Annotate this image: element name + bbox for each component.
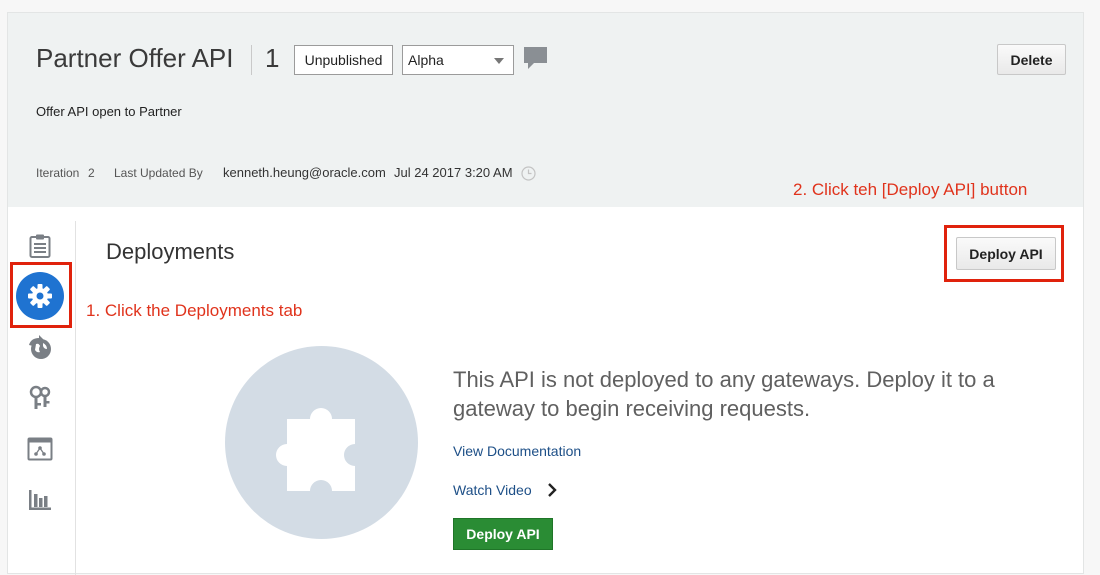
sidebar-item-analytics[interactable] [27, 487, 53, 513]
highlight-box-deployments-tab [10, 262, 72, 328]
comment-icon[interactable] [523, 46, 548, 76]
stage-select[interactable]: Alpha [402, 45, 514, 75]
sidebar-item-grants[interactable] [27, 385, 53, 411]
api-description: Offer API open to Partner [36, 104, 182, 119]
empty-state-illustration [225, 346, 418, 539]
section-title-deployments: Deployments [106, 239, 235, 264]
title-divider [251, 45, 252, 75]
annotation-step-1: 1. Click the Deployments tab [86, 301, 303, 320]
last-updated-label: Last Updated By [114, 166, 203, 180]
last-updated-time: Jul 24 2017 3:20 AM [394, 165, 513, 180]
iteration-label: Iteration [36, 166, 80, 180]
puzzle-piece-icon [276, 408, 355, 491]
last-updated-user: kenneth.heung@oracle.com [223, 165, 386, 180]
bar-chart-icon [29, 490, 51, 510]
clock-icon [521, 166, 536, 186]
globe-arrow-icon [29, 335, 51, 359]
api-version: 1 [265, 43, 280, 73]
highlight-box-deploy-button [944, 225, 1064, 282]
iteration-value: 2 [88, 166, 95, 180]
annotation-step-2: 2. Click teh [Deploy API] button [793, 180, 1028, 199]
clipboard-icon [29, 234, 51, 258]
sidebar-item-api-implementation[interactable] [27, 436, 53, 462]
stage-select-value: Alpha [408, 52, 444, 68]
publish-status-button[interactable]: Unpublished [294, 45, 393, 75]
sidebar-item-overview[interactable] [27, 233, 53, 259]
api-title: Partner Offer API [36, 43, 234, 73]
delete-button[interactable]: Delete [997, 44, 1066, 75]
sidebar-item-publish[interactable] [27, 335, 53, 361]
deploy-api-primary-button[interactable]: Deploy API [453, 518, 553, 550]
window-network-icon [27, 437, 53, 461]
chevron-down-icon [494, 58, 504, 64]
keys-icon [29, 385, 51, 409]
view-documentation-link[interactable]: View Documentation [453, 443, 581, 459]
empty-state-message: This API is not deployed to any gateways… [453, 367, 995, 421]
watch-video-link[interactable]: Watch Video [453, 482, 532, 498]
chevron-right-icon[interactable] [546, 482, 558, 503]
api-header: Partner Offer API 1 Unpublished Alpha De… [8, 13, 1083, 207]
api-detail-card: Partner Offer API 1 Unpublished Alpha De… [7, 12, 1084, 575]
sidebar-divider [75, 221, 76, 575]
